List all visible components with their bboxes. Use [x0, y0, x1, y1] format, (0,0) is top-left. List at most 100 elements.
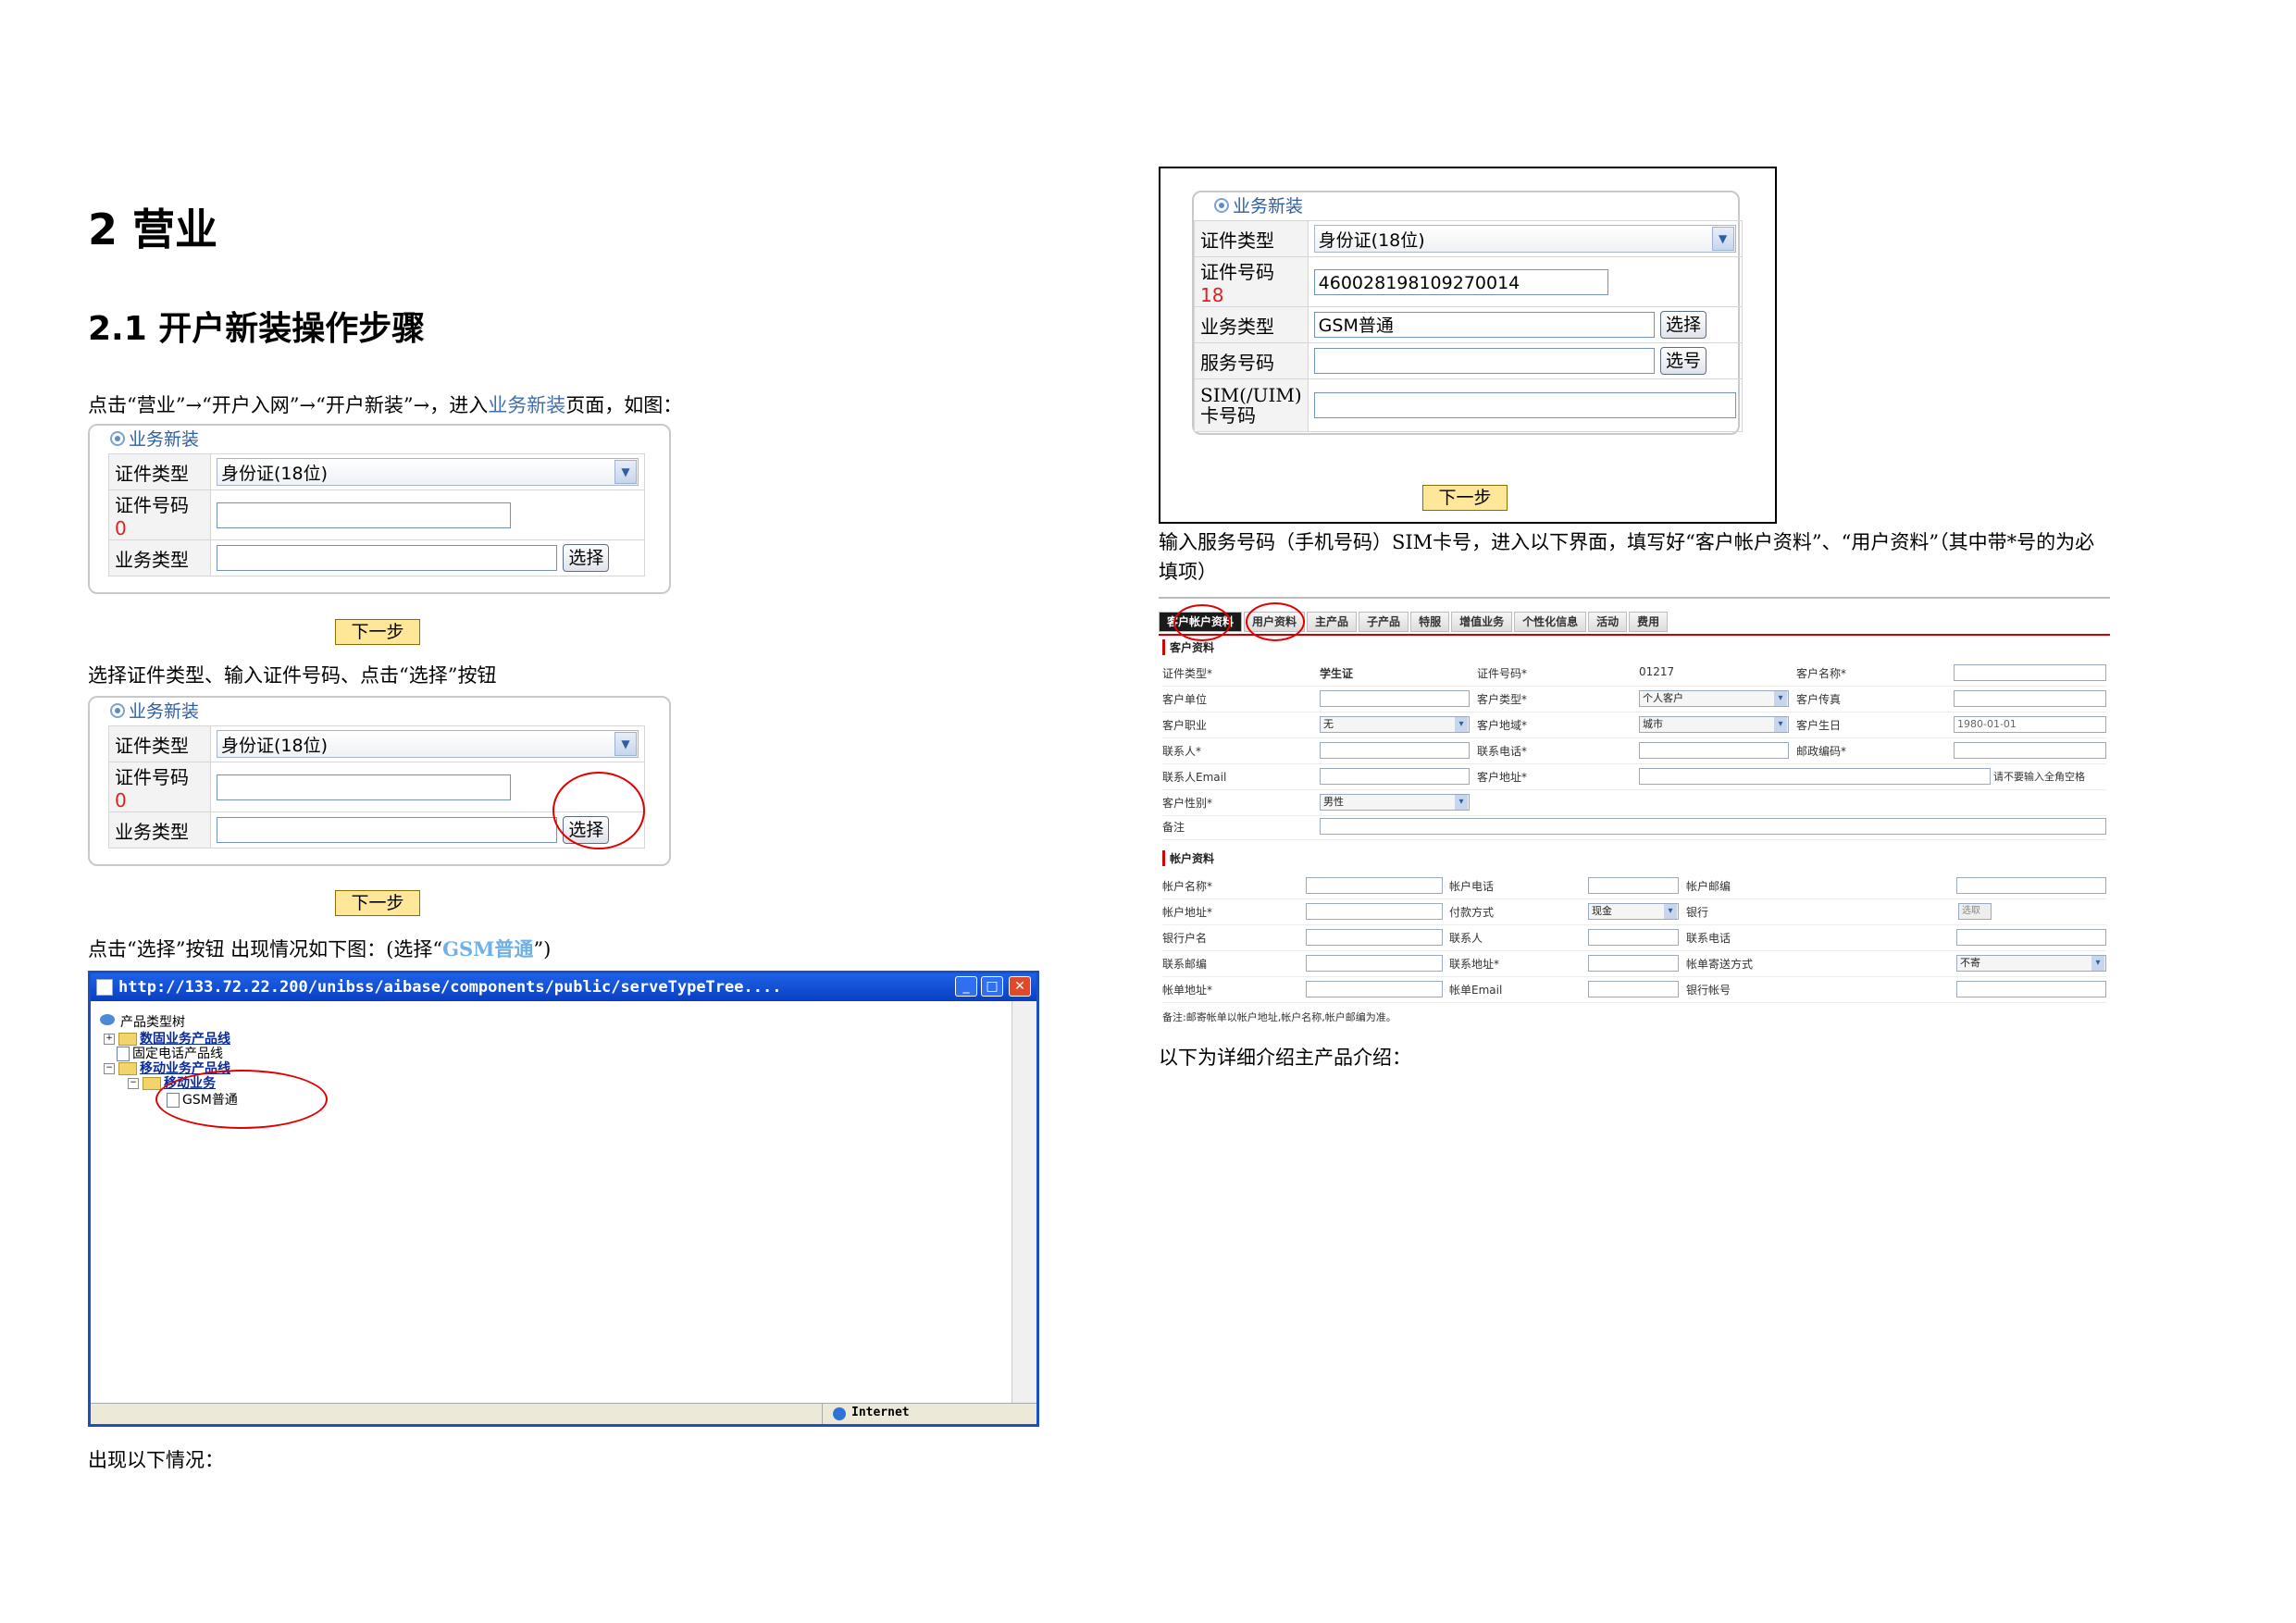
account-name-input[interactable]	[1306, 877, 1443, 894]
select-button[interactable]: 选择	[563, 544, 610, 572]
field-label: 帐单地址*	[1162, 984, 1213, 997]
globe-icon	[833, 1407, 846, 1420]
customer-unit-input[interactable]	[1320, 690, 1470, 707]
zip-input[interactable]	[1954, 742, 2106, 759]
account-contact-input[interactable]	[1588, 929, 1679, 946]
instruction-text: ”)	[533, 938, 552, 960]
pick-number-button[interactable]: 选号	[1660, 347, 1707, 375]
biz-type-label: 业务类型	[1194, 306, 1309, 343]
form-row: 帐户地址* 付款方式 现金 银行 选取	[1162, 900, 2106, 925]
biz-type-input[interactable]	[217, 545, 557, 571]
radio-icon	[110, 702, 125, 718]
account-zip-input[interactable]	[1956, 877, 2106, 894]
field-label: 客户单位	[1162, 693, 1208, 706]
cert-type-select[interactable]: 身份证(18位) ▼	[217, 458, 639, 486]
window-url: http://133.72.22.200/unibss/aibase/compo…	[118, 978, 782, 997]
cert-type-label: 证件类型	[108, 453, 211, 490]
contact-email-input[interactable]	[1320, 768, 1470, 785]
contact-phone-input[interactable]	[1639, 742, 1789, 759]
field-label: 联系人	[1449, 932, 1483, 945]
account-note: 备注:邮寄帐单以帐户地址,帐户名称,帐户邮编为准。	[1162, 1011, 1396, 1023]
bill-delivery-select[interactable]: 不寄	[1956, 955, 2106, 972]
expand-icon[interactable]: +	[104, 1034, 115, 1045]
cert-no-label: 证件号码	[1200, 261, 1274, 283]
tab-item[interactable]: 费用	[1629, 612, 1669, 632]
next-step-button[interactable]: 下一步	[1422, 485, 1508, 511]
cert-no-label: 证件号码	[115, 494, 189, 516]
field-label: 客户职业	[1162, 719, 1208, 732]
customer-job-select[interactable]: 无	[1320, 716, 1470, 733]
bill-address-input[interactable]	[1306, 981, 1443, 997]
contact-zip-input[interactable]	[1306, 955, 1443, 972]
status-zone: Internet	[851, 1406, 910, 1419]
tab-item[interactable]: 增值业务	[1451, 612, 1513, 632]
form-row: 客户单位 客户类型* 个人客户 客户传真	[1162, 688, 2106, 712]
cert-no-input[interactable]	[217, 502, 511, 528]
service-no-input[interactable]	[1313, 348, 1655, 374]
tab-item[interactable]: 特服	[1410, 612, 1450, 632]
biz-type-input[interactable]: GSM普通	[1313, 312, 1655, 338]
globe-icon	[100, 1014, 115, 1025]
cert-no-count: 0	[115, 517, 127, 539]
bank-select-button[interactable]: 选取	[1958, 903, 1992, 920]
field-label: 客户名称*	[1796, 667, 1847, 680]
cert-type-select[interactable]: 身份证(18位) ▼	[1313, 225, 1736, 253]
tab-item[interactable]: 子产品	[1359, 612, 1409, 632]
maximize-button[interactable]: □	[981, 976, 1003, 997]
biz-type-input[interactable]	[217, 817, 557, 843]
cert-type-label: 证件类型	[108, 725, 211, 762]
vertical-scrollbar[interactable]	[1011, 1001, 1036, 1404]
customer-account-form: 客户帐户资料 用户资料 主产品 子产品 特服 增值业务 个性化信息 活动 费用 客户资料 证件类…	[1159, 597, 2110, 1032]
cert-type-select[interactable]: 身份证(18位) ▼	[217, 730, 639, 758]
customer-birthday-input[interactable]: 1980-01-01	[1954, 716, 2106, 733]
minimize-button[interactable]: _	[955, 976, 977, 997]
cert-no-input[interactable]	[217, 774, 511, 800]
bill-email-input[interactable]	[1588, 981, 1679, 997]
tab-item[interactable]: 个性化信息	[1514, 612, 1587, 632]
biz-type-label: 业务类型	[108, 539, 211, 576]
customer-region-select[interactable]: 城市	[1639, 716, 1789, 733]
cert-no-value: 01217	[1639, 665, 1675, 678]
panel-title: 业务新装	[110, 426, 199, 451]
cert-type-value: 学生证	[1320, 667, 1354, 680]
gender-select[interactable]: 男性	[1320, 794, 1470, 811]
instruction-text: 点击“选择”按钮 出现情况如下图：(选择“	[88, 938, 443, 960]
instruction-text: 点击“营业”→“开户入网”→“开户新装”→，进入	[88, 394, 489, 416]
instruction-paragraph-1: 点击“营业”→“开户入网”→“开户新装”→，进入业务新装页面，如图：	[88, 390, 682, 420]
contact-address-input[interactable]	[1588, 955, 1679, 972]
tab-item[interactable]: 主产品	[1307, 612, 1358, 632]
account-address-input[interactable]	[1306, 903, 1443, 920]
contact-input[interactable]	[1320, 742, 1470, 759]
bank-account-input[interactable]	[1956, 981, 2106, 997]
customer-address-input[interactable]	[1639, 768, 1991, 785]
instruction-paragraph-5: 输入服务号码（手机号码）SIM卡号，进入以下界面，填写好“客户帐户资料”、“用户…	[1159, 527, 2094, 587]
account-section-title: 帐户资料	[1162, 850, 1214, 866]
form-row: 备注	[1162, 815, 2106, 840]
customer-type-select[interactable]: 个人客户	[1639, 690, 1789, 707]
select-button[interactable]: 选择	[1660, 311, 1707, 339]
account-phone-input[interactable]	[1588, 877, 1679, 894]
field-label: 备注	[1162, 821, 1185, 834]
field-label: 客户生日	[1796, 719, 1842, 732]
tab-item[interactable]: 活动	[1588, 612, 1628, 632]
next-step-button[interactable]: 下一步	[335, 619, 420, 645]
note-input[interactable]	[1320, 818, 2106, 835]
payment-method-select[interactable]: 现金	[1588, 903, 1679, 920]
bank-owner-input[interactable]	[1306, 929, 1443, 946]
sim-label: SIM(/UIM)	[1200, 384, 1302, 406]
customer-name-input[interactable]	[1954, 664, 2106, 681]
panel-title: 业务新装	[1214, 192, 1303, 217]
collapse-icon[interactable]: −	[128, 1078, 139, 1089]
close-button[interactable]: ✕	[1009, 976, 1031, 997]
panel-title-text: 业务新装	[1233, 196, 1304, 217]
next-step-button[interactable]: 下一步	[335, 890, 420, 916]
form-row: 客户性别* 男性	[1162, 791, 2106, 816]
cert-no-input[interactable]: 460028198109270014	[1313, 268, 1608, 295]
gsm-highlight: GSM普通	[442, 937, 534, 960]
customer-fax-input[interactable]	[1954, 690, 2106, 707]
collapse-icon[interactable]: −	[104, 1063, 115, 1074]
biz-new-link[interactable]: 业务新装	[488, 394, 565, 416]
sim-input[interactable]	[1313, 392, 1736, 418]
radio-icon	[1214, 197, 1229, 213]
account-contact-phone-input[interactable]	[1956, 929, 2106, 946]
